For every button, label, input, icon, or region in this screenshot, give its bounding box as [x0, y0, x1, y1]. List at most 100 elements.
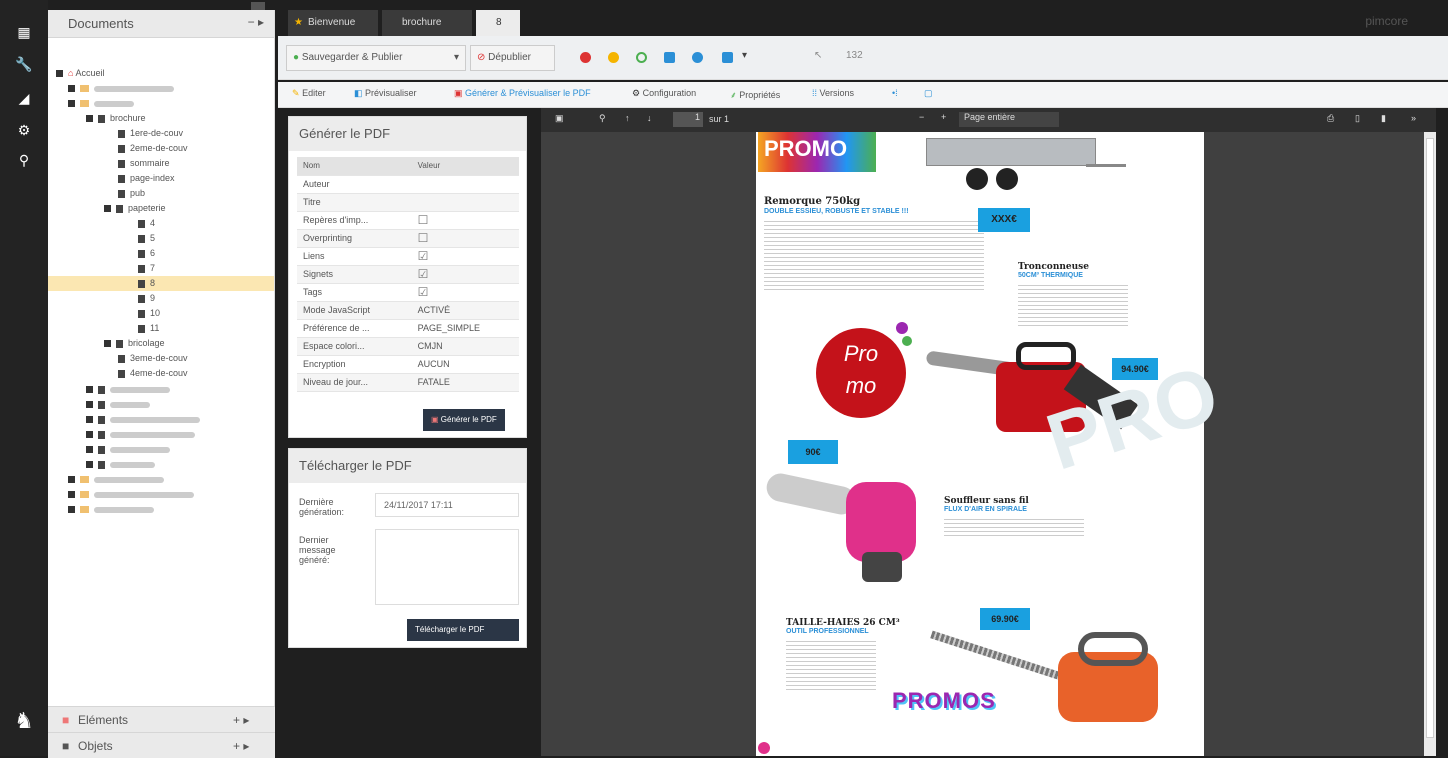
- row-value[interactable]: ☐: [411, 211, 519, 230]
- tree-item[interactable]: [86, 412, 200, 427]
- tree-item[interactable]: [86, 442, 170, 457]
- generate-pdf-button[interactable]: ▣ Générer le PDF: [423, 409, 505, 431]
- save-publish-button[interactable]: ● Sauvegarder & Publier ▾: [286, 45, 466, 71]
- tab-generate-pdf[interactable]: ▣ Générer & Prévisualiser le PDF: [454, 88, 591, 99]
- tab-bienvenue[interactable]: ★ Bienvenue: [288, 10, 378, 36]
- tree-item[interactable]: 2eme-de-couv: [118, 141, 188, 156]
- table-row[interactable]: Tags ☑: [297, 283, 519, 302]
- table-row[interactable]: Overprinting ☐: [297, 229, 519, 248]
- row-value[interactable]: ACTIVÉ: [411, 301, 519, 320]
- table-row[interactable]: Titre: [297, 193, 519, 212]
- objects-actions[interactable]: + ▸: [233, 739, 249, 753]
- search-icon[interactable]: ⚲: [599, 113, 606, 124]
- row-value[interactable]: [411, 193, 519, 212]
- tree-item[interactable]: [68, 502, 154, 517]
- tree-item[interactable]: 6: [138, 246, 155, 261]
- tree-item[interactable]: 5: [138, 231, 155, 246]
- unpublish-button[interactable]: ⊘ Dépublier: [470, 45, 555, 71]
- tab-configuration[interactable]: ⚙ Configuration: [632, 88, 696, 99]
- reload-icon[interactable]: [636, 52, 647, 63]
- last-message-field[interactable]: [375, 529, 519, 605]
- tree-item[interactable]: sommaire: [118, 156, 170, 171]
- bookmark-icon[interactable]: ▮: [1381, 113, 1386, 124]
- arrow-down-icon[interactable]: ↓: [647, 113, 652, 123]
- tree-item-brochure[interactable]: brochure: [86, 111, 146, 126]
- arrow-up-icon[interactable]: ↑: [625, 113, 630, 123]
- download-pdf-button[interactable]: Télécharger le PDF: [407, 619, 519, 641]
- search-icon[interactable]: ⚲: [14, 150, 34, 170]
- info-icon[interactable]: [692, 52, 703, 63]
- tree-item[interactable]: page-index: [118, 171, 175, 186]
- table-row[interactable]: Auteur: [297, 175, 519, 194]
- table-row[interactable]: Mode JavaScript ACTIVÉ: [297, 301, 519, 320]
- tree-item[interactable]: [86, 427, 195, 442]
- link-icon[interactable]: [664, 52, 675, 63]
- tab-notes-icon[interactable]: ▢: [924, 88, 933, 99]
- bookmark-icon[interactable]: [608, 52, 619, 63]
- table-row[interactable]: Niveau de jour... FATALE: [297, 373, 519, 392]
- row-value[interactable]: AUCUN: [411, 355, 519, 374]
- tree-item[interactable]: [86, 457, 155, 472]
- last-generation-field[interactable]: 24/11/2017 17:11: [375, 493, 519, 517]
- row-value[interactable]: ☑: [411, 265, 519, 284]
- gear-icon[interactable]: ⚙: [14, 120, 34, 140]
- tree-item[interactable]: pub: [118, 186, 145, 201]
- tab-versions[interactable]: ⁞⁞ Versions: [812, 88, 854, 98]
- tree-item-bricolage[interactable]: bricolage: [104, 336, 165, 351]
- tree-actions[interactable]: − ▸: [248, 15, 264, 29]
- download-icon[interactable]: ▯: [1355, 113, 1360, 124]
- cursor-icon[interactable]: ↖: [814, 50, 822, 61]
- calendar-icon[interactable]: [722, 52, 733, 63]
- sidebar-toggle-icon[interactable]: ▣: [555, 113, 564, 124]
- tree-item[interactable]: [86, 382, 170, 397]
- row-value[interactable]: [411, 175, 519, 194]
- tree-item[interactable]: 4eme-de-couv: [118, 366, 188, 381]
- page-number-input[interactable]: 1: [673, 112, 703, 127]
- tree-item[interactable]: 7: [138, 261, 155, 276]
- tab-8[interactable]: 8: [476, 10, 520, 36]
- row-value[interactable]: ☐: [411, 229, 519, 248]
- tree-item[interactable]: 11: [138, 321, 159, 336]
- table-row[interactable]: Préférence de ... PAGE_SIMPLE: [297, 319, 519, 338]
- tree-item[interactable]: 9: [138, 291, 155, 306]
- tab-properties[interactable]: ⸙ Propriétés: [730, 88, 780, 101]
- print-icon[interactable]: ⎙: [1327, 113, 1334, 124]
- viewer-scrollbar[interactable]: [1424, 132, 1436, 756]
- tree-item[interactable]: 1ere-de-couv: [118, 126, 183, 141]
- tree-item-root[interactable]: ⌂ Accueil: [56, 66, 104, 81]
- table-row[interactable]: Repères d'imp... ☐: [297, 211, 519, 230]
- zoom-in-icon[interactable]: +: [941, 112, 946, 122]
- tree-item[interactable]: [86, 397, 150, 412]
- tree-item-selected[interactable]: 8: [48, 276, 274, 291]
- row-value[interactable]: PAGE_SIMPLE: [411, 319, 519, 338]
- zoom-out-icon[interactable]: −: [919, 112, 924, 122]
- tree-item[interactable]: [68, 81, 174, 96]
- objects-panel[interactable]: ■ Objets + ▸: [48, 732, 275, 758]
- zoom-select[interactable]: Page entière: [959, 112, 1059, 127]
- tab-preview[interactable]: ◧ Prévisualiser: [354, 88, 417, 99]
- table-row[interactable]: Liens ☑: [297, 247, 519, 266]
- elements-actions[interactable]: + ▸: [233, 713, 249, 727]
- tab-brochure[interactable]: brochure: [382, 10, 472, 36]
- table-row[interactable]: Signets ☑: [297, 265, 519, 284]
- tab-edit[interactable]: ✎ Editer: [292, 88, 326, 99]
- tree-item[interactable]: 4: [138, 216, 155, 231]
- table-row[interactable]: Espace colori... CMJN: [297, 337, 519, 356]
- double-chevron-right-icon[interactable]: »: [1411, 113, 1416, 123]
- row-value[interactable]: ☑: [411, 247, 519, 266]
- tree-item[interactable]: 10: [138, 306, 160, 321]
- row-value[interactable]: ☑: [411, 283, 519, 302]
- grid-icon[interactable]: ▦: [14, 22, 34, 42]
- chevron-down-icon[interactable]: ▾: [742, 50, 747, 61]
- delete-icon[interactable]: [580, 52, 591, 63]
- tree-item[interactable]: [68, 96, 134, 111]
- tree-item-papeterie[interactable]: papeterie: [104, 201, 166, 216]
- table-row[interactable]: Encryption AUCUN: [297, 355, 519, 374]
- tab-extra-icon[interactable]: •⁞: [892, 88, 898, 98]
- row-value[interactable]: FATALE: [411, 373, 519, 392]
- chart-icon[interactable]: ◢: [14, 88, 34, 108]
- wrench-icon[interactable]: 🔧: [14, 54, 34, 74]
- tree-item[interactable]: [68, 487, 194, 502]
- elements-panel[interactable]: ■ Eléments + ▸: [48, 706, 275, 732]
- tree-item[interactable]: [68, 472, 164, 487]
